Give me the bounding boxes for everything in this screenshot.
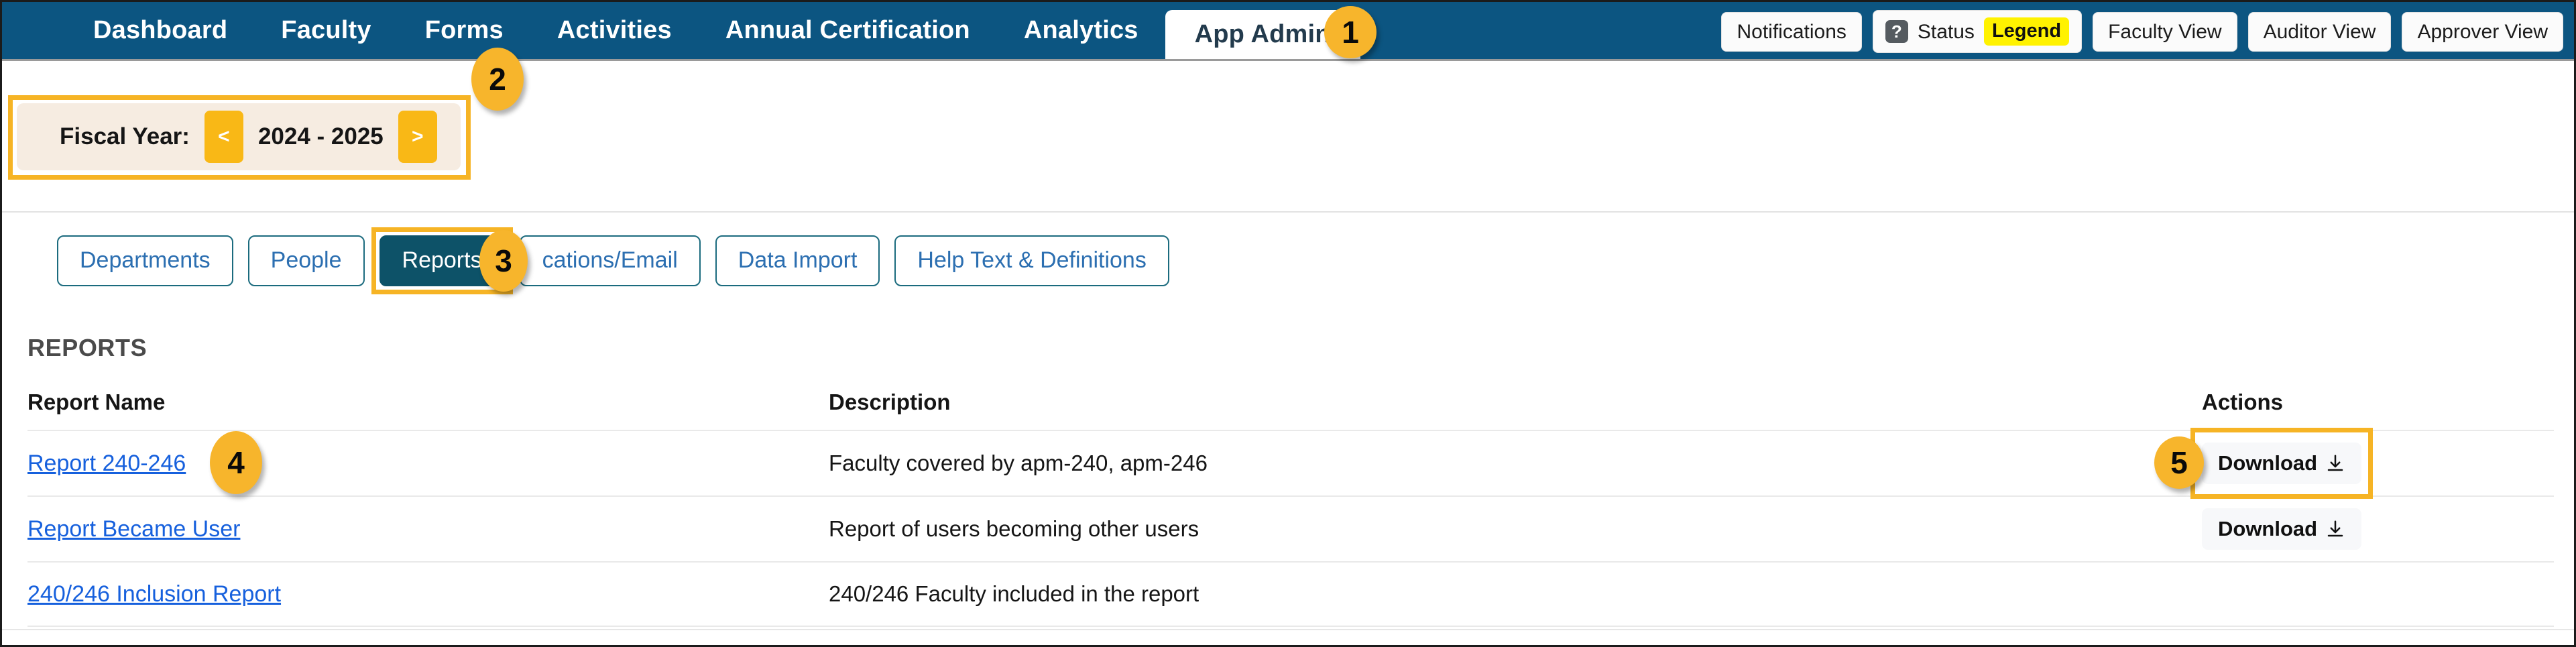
status-label: Status [1918,21,1975,43]
fiscal-year-prev-button[interactable]: < [204,111,243,163]
column-header-actions: Actions [2096,390,2552,415]
report-link-inclusion[interactable]: 240/246 Inclusion Report [27,581,281,607]
app-admin-reports-page: Dashboard Faculty Forms Activities Annua… [0,0,2576,647]
report-description-cell: 240/246 Faculty included in the report [829,581,2096,607]
download-button-row-2[interactable]: Download [2202,508,2361,550]
callout-badge-1: 1 [1324,6,1377,58]
fiscal-year-next-button[interactable]: > [398,111,437,163]
report-description-cell: Faculty covered by apm-240, apm-246 [829,451,2096,476]
tab-notifications-email[interactable]: cations/Email [520,235,701,286]
nav-item-dashboard[interactable]: Dashboard [66,2,254,59]
report-description-cell: Report of users becoming other users [829,516,2096,542]
tab-data-import[interactable]: Data Import [715,235,880,286]
nav-item-activities[interactable]: Activities [530,2,699,59]
report-link-240-246[interactable]: Report 240-246 [27,451,186,476]
tab-people[interactable]: People [248,235,365,286]
report-link-became-user[interactable]: Report Became User [27,516,240,542]
status-legend-button[interactable]: ? Status Legend [1873,10,2082,52]
table-header-row: Report Name Description Actions [27,390,2554,430]
download-label: Download [2218,452,2317,475]
nav-item-annual-certification[interactable]: Annual Certification [699,2,997,59]
auditor-view-button[interactable]: Auditor View [2248,12,2392,52]
fiscal-year-selector: Fiscal Year: < 2024 - 2025 > [17,103,461,170]
primary-nav: Dashboard Faculty Forms Activities Annua… [66,2,1360,59]
report-name-cell: Report 240-246 [27,451,829,477]
tab-help-text-definitions[interactable]: Help Text & Definitions [894,235,1169,286]
column-header-description: Description [829,390,2096,415]
nav-item-faculty[interactable]: Faculty [254,2,398,59]
nav-item-analytics[interactable]: Analytics [997,2,1165,59]
legend-badge: Legend [1984,17,2069,45]
reports-table: Report Name Description Actions Report 2… [27,390,2554,627]
download-button-wrapper: Download [2202,443,2361,484]
fiscal-year-value: 2024 - 2025 [258,123,384,150]
tab-departments[interactable]: Departments [57,235,233,286]
report-name-cell: Report Became User [27,516,829,542]
bottom-divider [2,629,2576,630]
faculty-view-button[interactable]: Faculty View [2093,12,2237,52]
notifications-button[interactable]: Notifications [1721,12,1861,52]
callout-badge-3: 3 [479,230,528,292]
page-title: REPORTS [27,334,147,362]
main-navbar: Dashboard Faculty Forms Activities Annua… [2,2,2576,61]
report-actions-cell: Download [2096,508,2552,550]
nav-item-forms[interactable]: Forms [398,2,530,59]
download-icon [2325,519,2345,539]
report-name-cell: 240/246 Inclusion Report [27,581,829,607]
fiscal-year-bar: Fiscal Year: < 2024 - 2025 > [2,63,2576,213]
approver-view-button[interactable]: Approver View [2402,12,2563,52]
download-icon [2325,453,2345,473]
callout-badge-5: 5 [2154,436,2204,489]
admin-subtabs: Departments People Reports cations/Email… [2,214,2576,308]
download-label: Download [2218,518,2317,540]
table-row: 240/246 Inclusion Report 240/246 Faculty… [27,561,2554,627]
navbar-actions: Notifications ? Status Legend Faculty Vi… [1721,2,2563,61]
question-mark-icon: ? [1885,20,1908,43]
column-header-report-name: Report Name [27,390,829,415]
fiscal-year-label: Fiscal Year: [60,123,190,150]
callout-badge-4: 4 [210,431,262,494]
table-row: Report Became User Report of users becom… [27,495,2554,561]
download-button-row-1[interactable]: Download [2202,443,2361,484]
callout-badge-2: 2 [471,48,524,111]
